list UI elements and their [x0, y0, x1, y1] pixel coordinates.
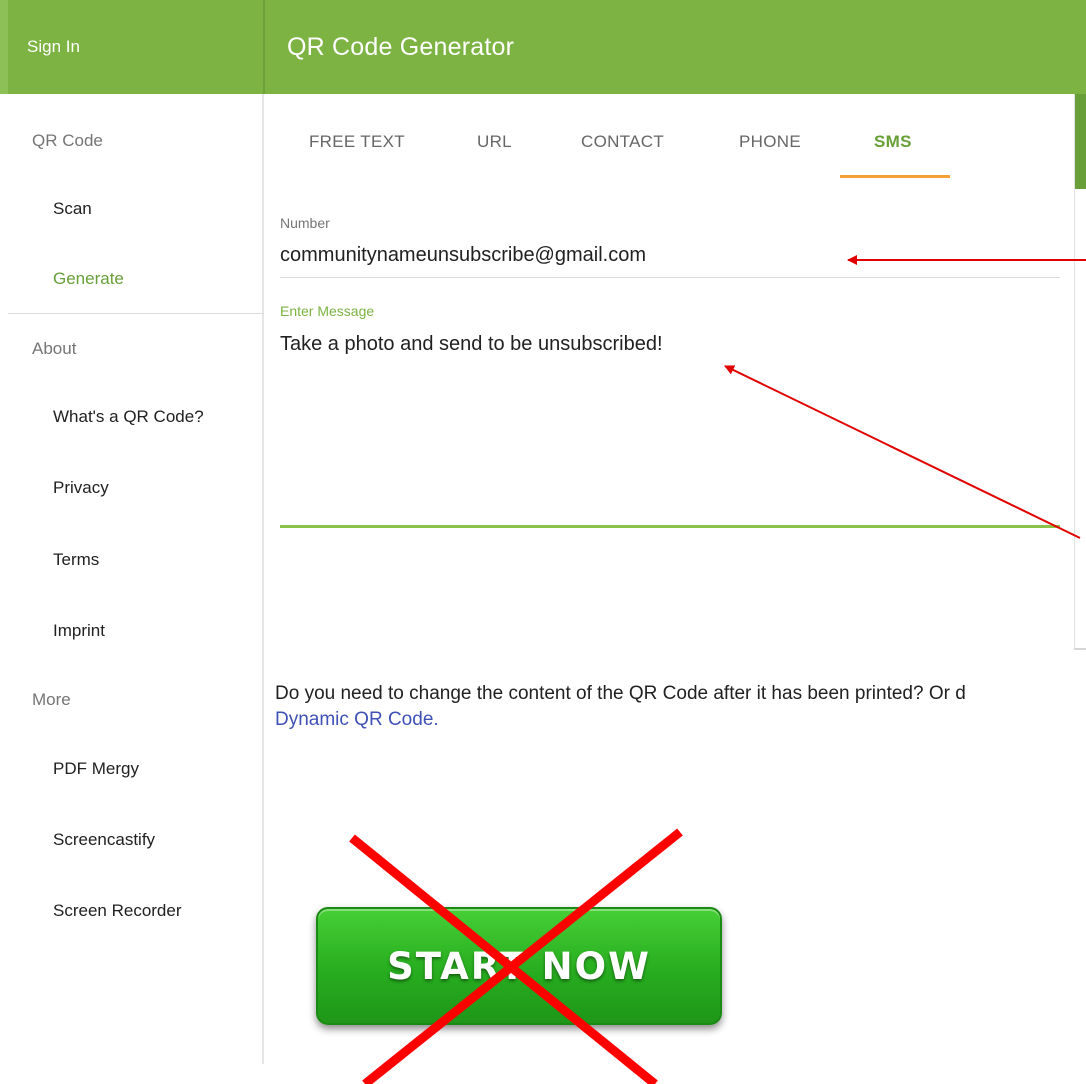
sidebar-heading-about: About: [32, 339, 77, 358]
number-input-underline: [280, 277, 1060, 278]
tab-contact[interactable]: CONTACT: [581, 132, 664, 152]
sign-in-link[interactable]: Sign In: [27, 0, 80, 94]
sidebar-item-whats-a-qr-code[interactable]: What's a QR Code?: [53, 407, 204, 427]
card-edge-accent: [1075, 94, 1086, 189]
message-textarea[interactable]: Take a photo and send to be unsubscribed…: [280, 333, 663, 356]
sidebar-item-pdf-mergy[interactable]: PDF Mergy: [53, 759, 139, 779]
dynamic-qr-info-text: Do you need to change the content of the…: [275, 683, 966, 704]
tab-free-text[interactable]: FREE TEXT: [309, 132, 405, 152]
sidebar-item-generate[interactable]: Generate: [53, 269, 124, 289]
annotation-arrow-to-message: [724, 365, 1081, 539]
sidebar-item-scan[interactable]: Scan: [53, 199, 92, 219]
sidebar-divider: [8, 313, 264, 314]
sidebar: QR Code Scan Generate About What's a QR …: [8, 94, 264, 1064]
sidebar-item-terms[interactable]: Terms: [53, 550, 99, 570]
start-now-ad-button[interactable]: START NOW: [316, 907, 722, 1025]
page-title: QR Code Generator: [287, 33, 515, 61]
app-header: Sign In QR Code Generator: [0, 0, 1086, 94]
dynamic-qr-code-link[interactable]: Dynamic QR Code.: [275, 709, 439, 731]
tab-phone[interactable]: PHONE: [739, 132, 801, 152]
card-edge-bottom: [1074, 648, 1086, 650]
number-input[interactable]: communitynameunsubscribe@gmail.com: [280, 244, 646, 267]
number-label: Number: [280, 215, 330, 231]
sidebar-heading-more: More: [32, 690, 71, 709]
sidebar-item-screen-recorder[interactable]: Screen Recorder: [53, 901, 182, 921]
qr-preview-card-edge: [1074, 94, 1086, 650]
message-label: Enter Message: [280, 303, 375, 319]
header-accent-strip: [0, 0, 8, 94]
sidebar-item-privacy[interactable]: Privacy: [53, 478, 109, 498]
sidebar-heading-qr-code: QR Code: [32, 131, 103, 150]
message-textarea-underline: [280, 525, 1060, 528]
tab-sms[interactable]: SMS: [874, 132, 912, 152]
tab-url[interactable]: URL: [477, 132, 512, 152]
active-tab-indicator: [840, 175, 950, 178]
header-divider: [263, 0, 265, 94]
sidebar-item-screencastify[interactable]: Screencastify: [53, 830, 155, 850]
qr-type-tabs: FREE TEXT URL CONTACT PHONE SMS: [265, 94, 1075, 184]
sidebar-item-imprint[interactable]: Imprint: [53, 621, 105, 641]
